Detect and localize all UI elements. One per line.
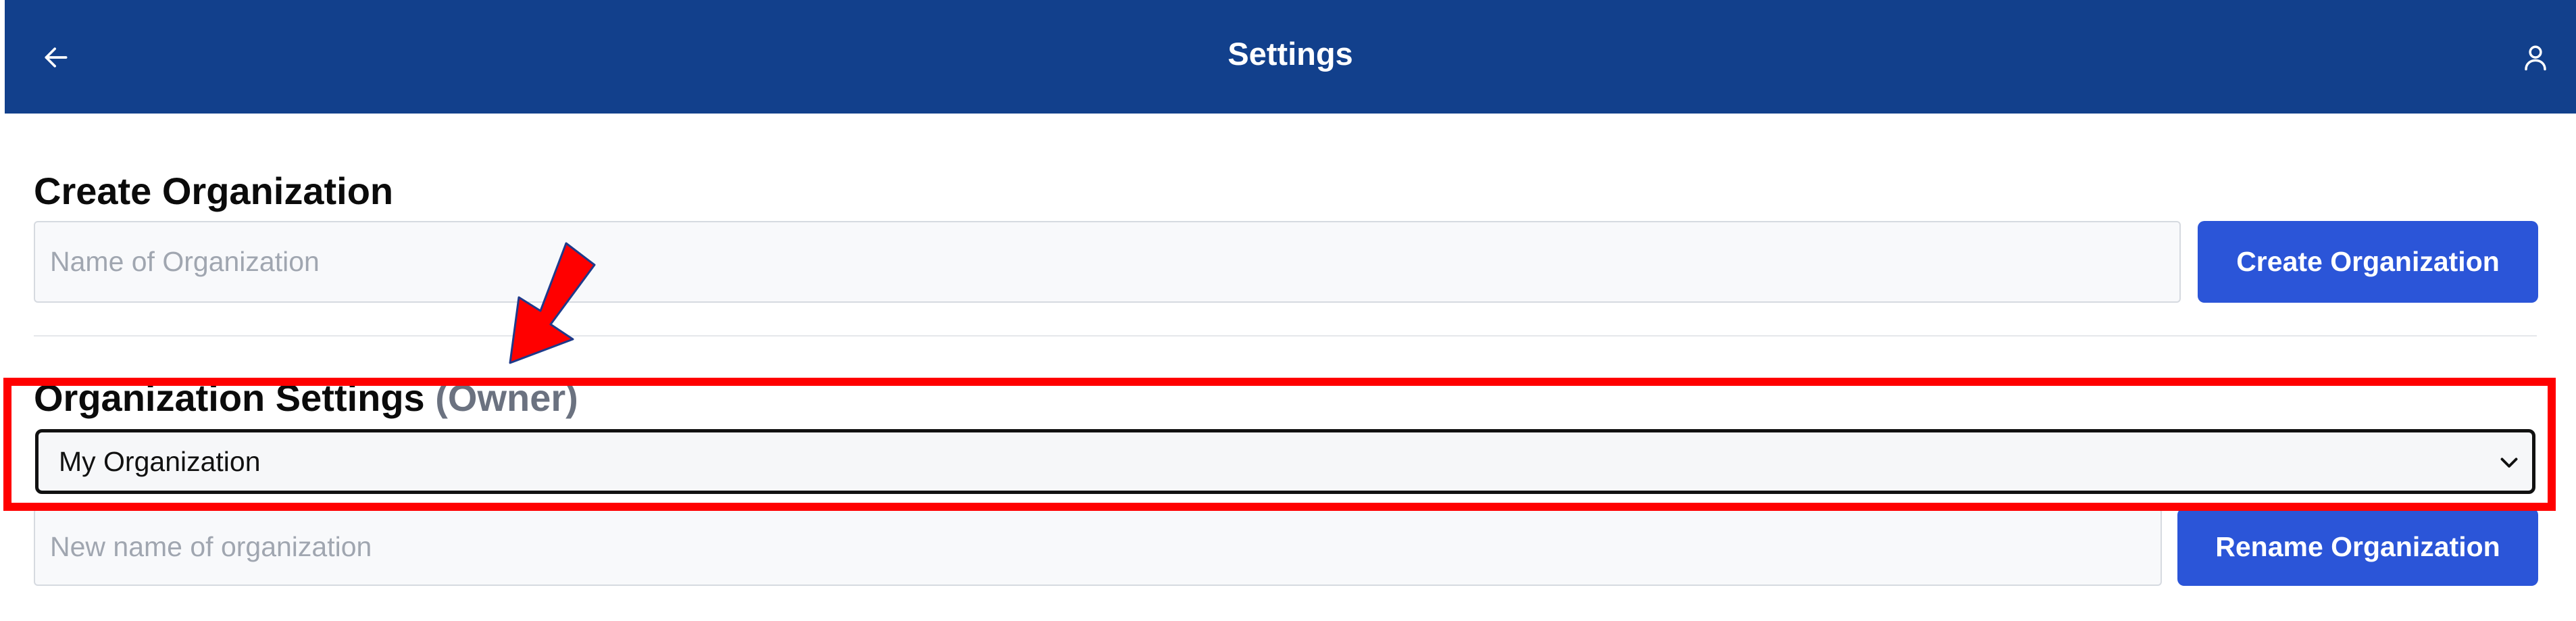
- rename-organization-input[interactable]: [34, 508, 2162, 586]
- page-title: Settings: [1228, 36, 1353, 72]
- organization-settings-heading: Organization Settings (Owner): [34, 376, 578, 420]
- selected-organization: My Organization: [59, 445, 261, 477]
- section-divider: [34, 335, 2537, 337]
- organization-settings-label: Organization Settings: [34, 376, 425, 419]
- top-app-bar: Settings: [5, 0, 2576, 114]
- organization-name-input[interactable]: [34, 221, 2181, 303]
- user-icon: [2525, 45, 2546, 71]
- create-organization-button[interactable]: Create Organization: [2198, 221, 2538, 303]
- organization-select[interactable]: My Organization: [35, 429, 2535, 494]
- role-badge: (Owner): [435, 376, 578, 419]
- chevron-down-icon: [2500, 457, 2518, 468]
- user-account-button[interactable]: [2508, 34, 2562, 81]
- create-organization-heading: Create Organization: [34, 170, 394, 212]
- rename-organization-button[interactable]: Rename Organization: [2177, 508, 2538, 586]
